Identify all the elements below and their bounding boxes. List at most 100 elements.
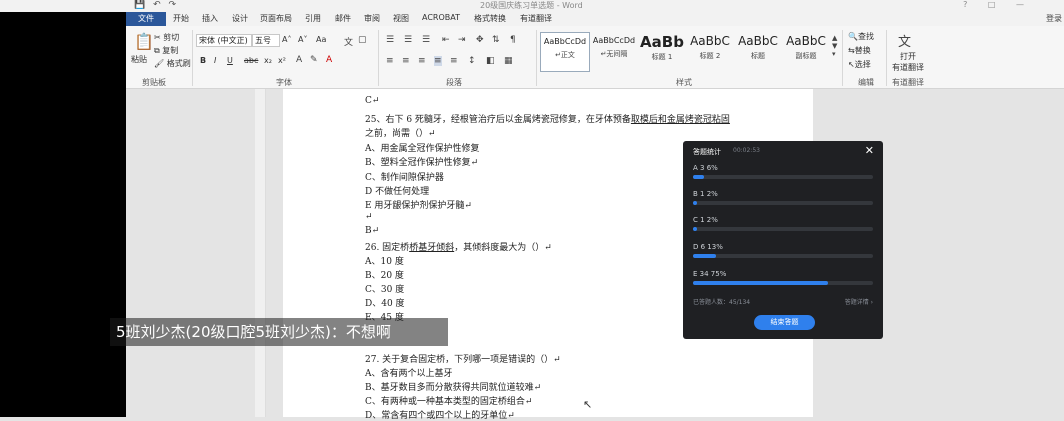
distributed-icon[interactable]: ≡ (450, 56, 458, 66)
restore-button[interactable]: □ (988, 0, 996, 9)
highlight-icon[interactable]: ✎ (310, 55, 318, 65)
text-effects-icon[interactable]: A (296, 55, 302, 65)
youdao-open-label-2[interactable]: 有道翻译 (892, 62, 924, 73)
tab-youdao[interactable]: 有道翻译 (520, 13, 552, 24)
tab-insert[interactable]: 插入 (202, 13, 218, 24)
bold-button[interactable]: B (200, 56, 206, 65)
superscript-button[interactable]: x² (278, 56, 286, 65)
style-name: ↵无间隔 (600, 50, 628, 58)
select-button[interactable]: ↖选择 (848, 59, 871, 70)
tab-references[interactable]: 引用 (305, 13, 321, 24)
option-b-bar (693, 201, 697, 205)
bullets-icon[interactable]: ☰ (386, 35, 394, 45)
youdao-translate-icon[interactable]: 文 (898, 31, 911, 50)
undo-icon[interactable]: ↶ (153, 0, 161, 10)
line-spacing-icon[interactable]: ↕ (468, 56, 476, 66)
doc-line: C↵ (365, 96, 380, 106)
style-subtitle[interactable]: AaBbC 副标题 (782, 32, 830, 70)
style-title[interactable]: AaBbC 标题 (734, 32, 782, 70)
tab-review[interactable]: 审阅 (364, 13, 380, 24)
tab-view[interactable]: 视图 (393, 13, 409, 24)
borders-icon[interactable]: ▦ (504, 56, 513, 66)
paste-button[interactable]: 粘贴 (131, 54, 147, 65)
subscript-button[interactable]: x₂ (264, 56, 272, 65)
font-color-icon[interactable]: A (326, 55, 332, 65)
tab-format-convert[interactable]: 格式转换 (474, 13, 506, 24)
style-preview: AaBbC (786, 34, 826, 48)
shading-icon[interactable]: ◧ (486, 56, 495, 66)
end-answering-button[interactable]: 结束答题 (754, 315, 815, 330)
youdao-open-label[interactable]: 打开 (900, 51, 916, 62)
show-marks-icon[interactable]: ¶ (510, 35, 516, 45)
format-painter-button[interactable]: 🖌 格式刷 (154, 58, 191, 69)
strikethrough-button[interactable]: abc (244, 56, 258, 65)
sort-icon[interactable]: ⇅ (492, 35, 500, 45)
doc-line: E 用牙龈保护剂保护牙髓↵ (365, 201, 472, 211)
justify-icon[interactable]: ≡ (434, 56, 442, 66)
style-preview: AaBbC (738, 34, 778, 48)
doc-line: D 不做任何处理 (365, 187, 430, 197)
doc-line: C、制作间隙保护器 (365, 173, 444, 183)
font-name-combo[interactable]: 宋体 (中文正) (196, 34, 252, 47)
align-center-icon[interactable]: ≡ (402, 56, 410, 66)
char-border-icon[interactable]: ▢ (358, 35, 367, 45)
style-name: 副标题 (795, 52, 817, 60)
separator (842, 30, 843, 86)
tab-layout[interactable]: 页面布局 (260, 13, 292, 24)
decrease-indent-icon[interactable]: ⇤ (442, 35, 450, 45)
style-no-spacing[interactable]: AaBbCcDd ↵无间隔 (590, 32, 638, 70)
doc-line: 26. 固定桥桥基牙倾斜，其倾斜度最大为（）↵ (365, 240, 552, 253)
doc-text: ，其倾斜度最大为（）↵ (454, 243, 552, 253)
cut-button[interactable]: ✂ 剪切 (154, 32, 179, 43)
grow-font-button[interactable]: A˄ (282, 35, 291, 44)
style-heading-1[interactable]: AaBb 标题 1 (638, 32, 686, 70)
paste-icon[interactable]: 📋 (134, 32, 154, 51)
increase-indent-icon[interactable]: ⇥ (458, 35, 466, 45)
align-left-icon[interactable]: ≡ (386, 56, 394, 66)
underline-button[interactable]: U (227, 56, 233, 65)
replace-button[interactable]: ⇆替换 (848, 45, 871, 56)
doc-line: 之前，尚需（）↵ (365, 129, 436, 139)
mouse-cursor-icon: ↖ (583, 398, 593, 411)
option-d-track (693, 254, 873, 258)
tab-acrobat[interactable]: ACROBAT (422, 13, 460, 22)
option-a-bar (693, 175, 704, 179)
redo-icon[interactable]: ↷ (169, 0, 177, 10)
quick-access-toolbar: 💾 ↶ ↷ (134, 0, 181, 10)
help-button[interactable]: ? (963, 0, 967, 9)
doc-text: 26. 固定桥 (365, 243, 410, 253)
close-icon[interactable]: ✕ (865, 144, 874, 157)
style-normal[interactable]: AaBbCcDd ↵正文 (540, 32, 590, 72)
tab-design[interactable]: 设计 (232, 13, 248, 24)
style-name: 标题 (751, 52, 765, 60)
option-d-label: D 6 13% (693, 243, 723, 251)
styles-scroll-icon[interactable]: ▲ ▼ ▾ (832, 34, 837, 58)
find-button[interactable]: 🔍查找 (848, 31, 874, 42)
phonetic-icon[interactable]: 文 (344, 35, 353, 48)
window-controls: ? □ — (945, 0, 1024, 9)
chinese-layout-icon[interactable]: ✥ (476, 35, 484, 45)
doc-line: B↵ (365, 226, 380, 236)
minimize-button[interactable]: — (1016, 0, 1024, 9)
option-c-label: C 1 2% (693, 216, 718, 224)
paragraph-group-label: 段落 (446, 78, 462, 87)
style-heading-2[interactable]: AaBbC 标题 2 (686, 32, 734, 70)
doc-line: D、40 度 (365, 299, 405, 309)
copy-button[interactable]: ⧉ 复制 (154, 45, 178, 56)
login-link[interactable]: 登录 (1046, 13, 1062, 24)
panel-timer: 00:02:53 (733, 147, 760, 154)
save-icon[interactable]: 💾 (134, 0, 145, 10)
shrink-font-button[interactable]: A˅ (298, 35, 307, 44)
tab-home[interactable]: 开始 (173, 13, 189, 24)
numbering-icon[interactable]: ☰ (404, 35, 412, 45)
tab-mailings[interactable]: 邮件 (335, 13, 351, 24)
change-case-button[interactable]: Aa (316, 35, 326, 44)
doc-line: A、用金属全冠作保护性修复 (365, 144, 480, 154)
multilevel-list-icon[interactable]: ☰ (422, 35, 430, 45)
align-right-icon[interactable]: ≡ (418, 56, 426, 66)
font-size-combo[interactable]: 五号 (252, 34, 280, 47)
italic-button[interactable]: I (214, 56, 216, 65)
tab-file[interactable]: 文件 (126, 12, 166, 26)
answer-detail-link[interactable]: 答题详情 › (845, 297, 873, 306)
separator (536, 30, 537, 86)
